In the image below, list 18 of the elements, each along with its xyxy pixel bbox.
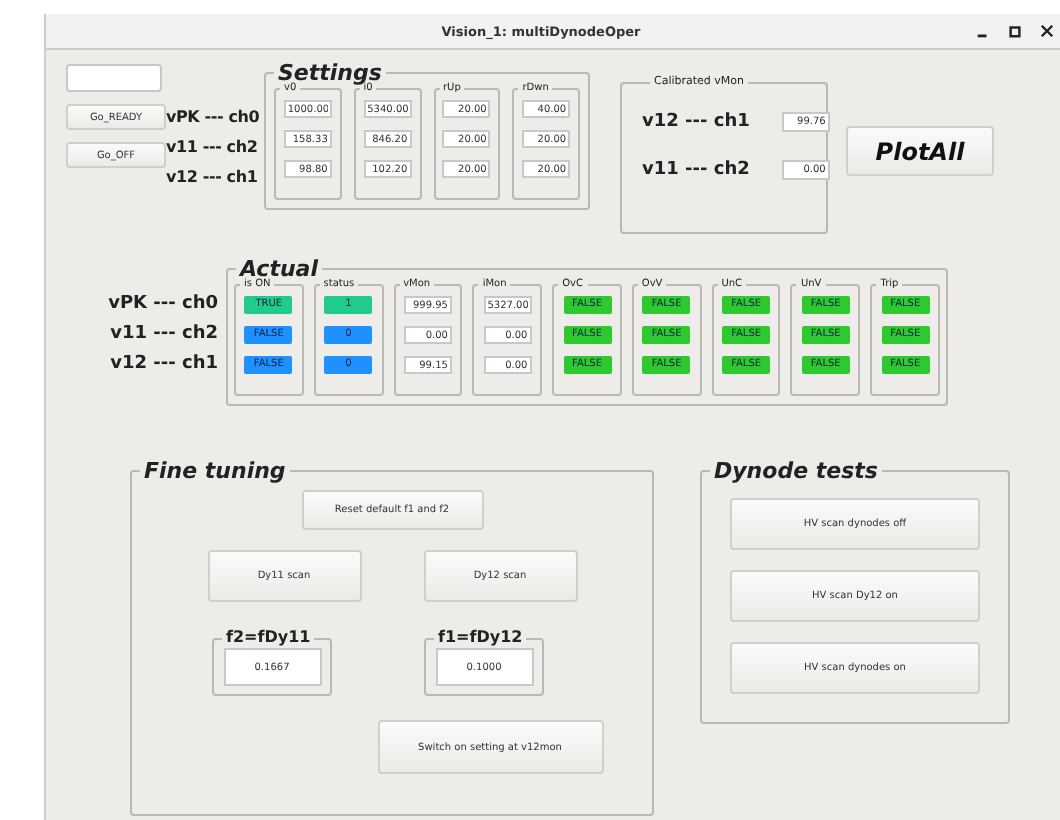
channel-label: v12 --- ch1	[642, 109, 750, 133]
group-title: Actual	[237, 258, 321, 280]
channel-label: v12 --- ch1	[110, 352, 218, 376]
channel-label: vPK --- ch0	[166, 106, 262, 128]
group-title: f2=fDy11	[224, 630, 313, 646]
channel-label: vPK --- ch0	[108, 292, 218, 316]
group-title: Dynode tests	[712, 460, 880, 482]
input-field[interactable]	[66, 64, 162, 92]
group-title: Settings	[276, 62, 384, 84]
group-title: f1=fDy12	[436, 630, 525, 646]
channel-label: v11 --- ch2	[642, 157, 750, 181]
channel-label: v11 --- ch2	[110, 322, 218, 346]
plot-button[interactable]: PlotAll	[846, 126, 994, 176]
maximize-icon[interactable]	[1008, 24, 1022, 38]
channel-label: v12 --- ch1	[166, 166, 260, 188]
close-icon[interactable]	[1040, 24, 1054, 38]
channel-label: v11 --- ch2	[166, 136, 260, 158]
group-title: Fine tuning	[142, 460, 288, 482]
